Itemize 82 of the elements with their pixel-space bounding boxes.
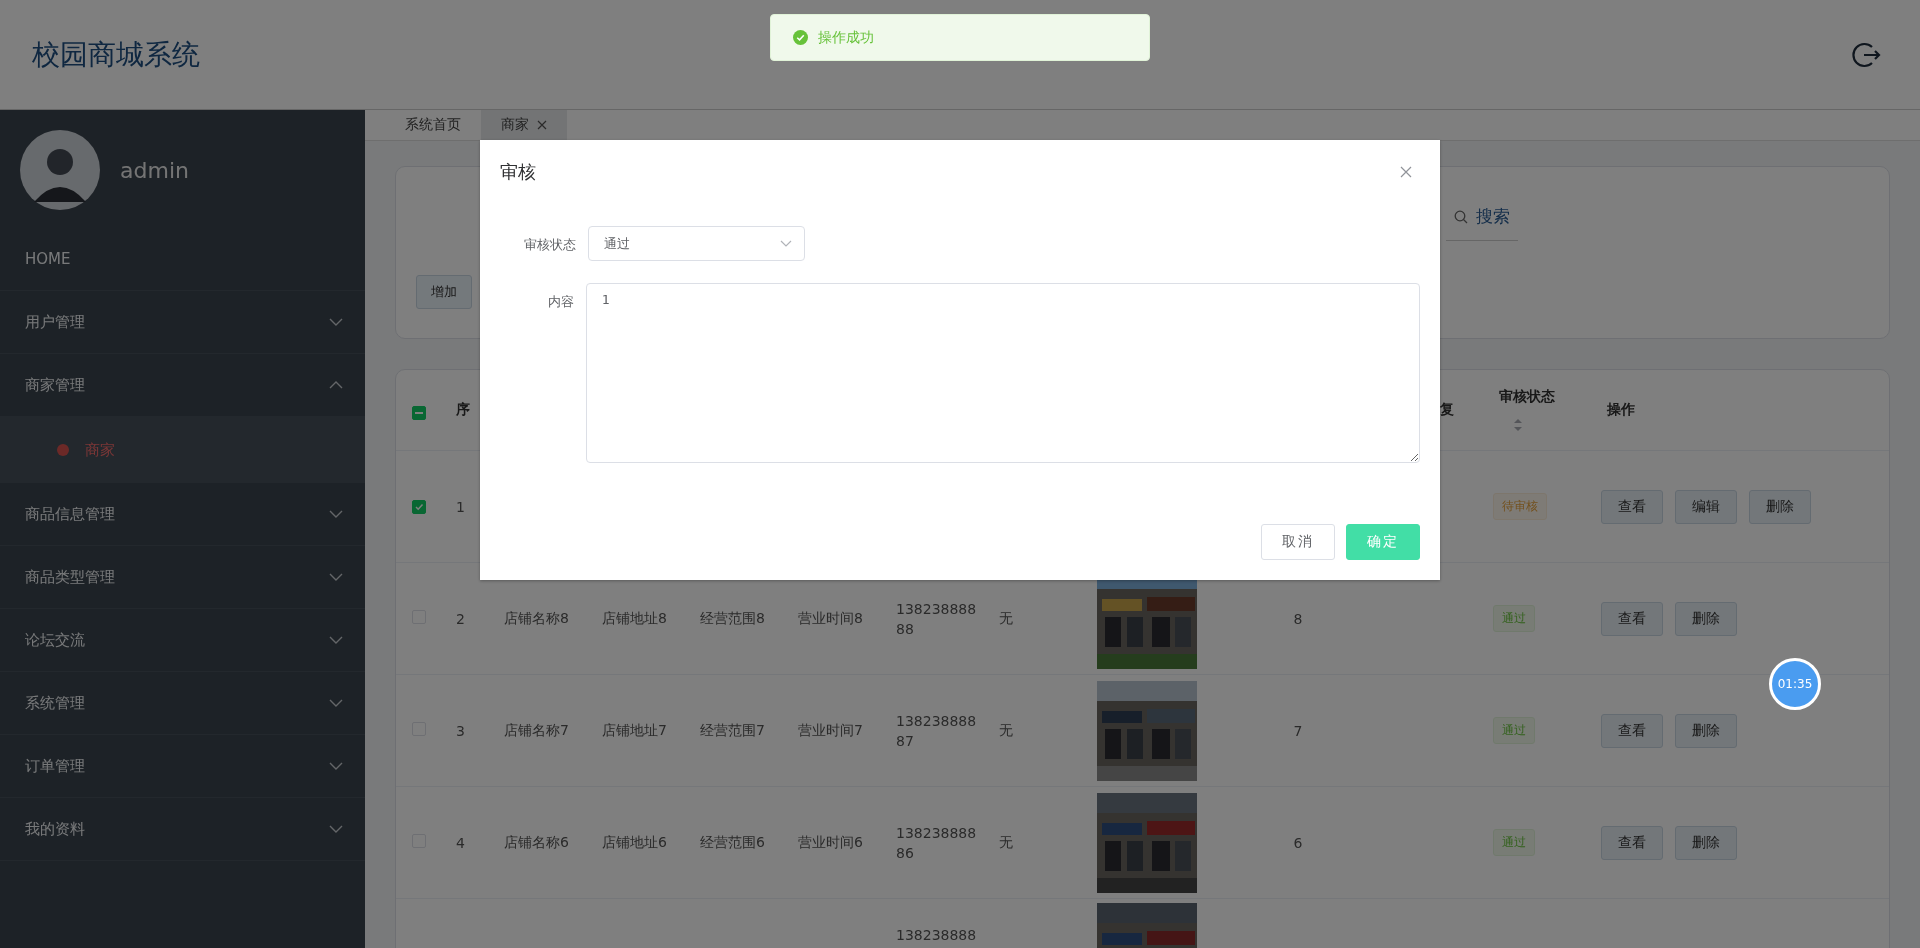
- select-all-checkbox[interactable]: [412, 405, 426, 420]
- table-cell-text: 13823888887: [896, 711, 978, 751]
- column-header[interactable]: 审核状态: [1499, 388, 1555, 406]
- table-cell: 经营范围8: [700, 609, 765, 626]
- status-tag: 待审核: [1493, 493, 1547, 520]
- app-title: 校园商城系统: [32, 36, 200, 73]
- table-cell-text: 13823888888: [896, 599, 978, 639]
- menu-item[interactable]: 商品信息管理: [0, 483, 365, 546]
- bullet-icon: [57, 444, 69, 456]
- menu-item[interactable]: 用户管理: [0, 291, 365, 354]
- search-button[interactable]: 搜索: [1446, 197, 1518, 241]
- tab[interactable]: 系统首页: [385, 110, 481, 140]
- chevron-down-icon: [329, 699, 343, 707]
- table-cell: 经营范围7: [700, 721, 765, 738]
- column-header: 操作: [1607, 401, 1635, 417]
- chevron-down-icon: [329, 636, 343, 644]
- dialog-title: 审核: [500, 160, 536, 184]
- table-cell: 6: [1293, 834, 1303, 851]
- menu-item[interactable]: 我的资料: [0, 798, 365, 861]
- action-button[interactable]: 查看: [1601, 489, 1663, 524]
- table-cell: 4: [456, 834, 465, 851]
- sort-icon[interactable]: [1513, 418, 1523, 432]
- table-cell: 营业时间8: [798, 609, 863, 626]
- action-button[interactable]: 编辑: [1675, 489, 1737, 524]
- action-button[interactable]: 删除: [1675, 825, 1737, 860]
- menu-item[interactable]: 商品类型管理: [0, 546, 365, 609]
- chevron-down-icon: [329, 318, 343, 326]
- row-checkbox[interactable]: [412, 499, 426, 514]
- table-cell: 2: [456, 610, 465, 627]
- menu-item[interactable]: 系统管理: [0, 672, 365, 735]
- table-cell: 店铺地址8: [602, 609, 667, 626]
- column-header: 复: [1440, 401, 1454, 417]
- table-cell: 店铺名称7: [504, 721, 569, 738]
- menu-item[interactable]: 论坛交流: [0, 609, 365, 672]
- chevron-down-icon: [329, 573, 343, 581]
- table-cell: 营业时间6: [798, 833, 863, 850]
- field-label: 内容: [546, 293, 574, 311]
- status-tag: 通过: [1493, 829, 1535, 856]
- action-button[interactable]: 查看: [1601, 825, 1663, 860]
- table-cell: 无: [999, 721, 1013, 738]
- chevron-down-icon: [780, 240, 792, 247]
- search-icon: [1454, 209, 1468, 224]
- action-button[interactable]: 查看: [1601, 601, 1663, 636]
- status-select[interactable]: 通过: [588, 226, 805, 261]
- table-cell: 店铺地址6: [602, 833, 667, 850]
- chevron-up-icon: [329, 381, 343, 389]
- table-cell-text: 13823888886: [896, 823, 978, 863]
- table-cell: 店铺地址7: [602, 721, 667, 738]
- table-cell: 7: [1293, 722, 1303, 739]
- status-tag: 通过: [1493, 605, 1535, 632]
- table-cell: 无: [999, 609, 1013, 626]
- action-button[interactable]: 删除: [1675, 601, 1737, 636]
- content-textarea[interactable]: 1: [585, 283, 1420, 463]
- field-label: 审核状态: [523, 236, 576, 254]
- table-cell: 经营范围6: [700, 833, 765, 850]
- column-header: 序: [456, 401, 470, 417]
- chevron-down-icon: [329, 510, 343, 518]
- tab[interactable]: 商家: [481, 110, 567, 140]
- table-cell-text: 138238888: [896, 926, 978, 945]
- menu-item[interactable]: HOME: [0, 228, 365, 291]
- toast-message: 操作成功: [818, 28, 874, 47]
- check-circle-icon: [793, 30, 808, 45]
- action-button[interactable]: 查看: [1601, 713, 1663, 748]
- table-cell: 店铺名称8: [504, 609, 569, 626]
- menu-item[interactable]: 订单管理: [0, 735, 365, 798]
- add-button[interactable]: 增加: [416, 275, 472, 309]
- avatar-icon: [20, 130, 100, 210]
- chevron-down-icon: [329, 825, 343, 833]
- table-cell: 无: [999, 833, 1013, 850]
- table-cell: 8: [1293, 610, 1303, 627]
- table-cell: 1: [456, 498, 465, 515]
- action-button[interactable]: 删除: [1675, 713, 1737, 748]
- action-button[interactable]: 删除: [1749, 489, 1811, 524]
- close-icon[interactable]: [537, 120, 547, 130]
- table-cell: 营业时间7: [798, 721, 863, 738]
- chevron-down-icon: [329, 762, 343, 770]
- cancel-button[interactable]: 取消: [1261, 524, 1335, 560]
- table-cell: 3: [456, 722, 465, 739]
- close-icon[interactable]: [1400, 166, 1412, 178]
- table-cell: 店铺名称6: [504, 833, 569, 850]
- status-tag: 通过: [1493, 717, 1535, 744]
- user-name: admin: [120, 157, 189, 183]
